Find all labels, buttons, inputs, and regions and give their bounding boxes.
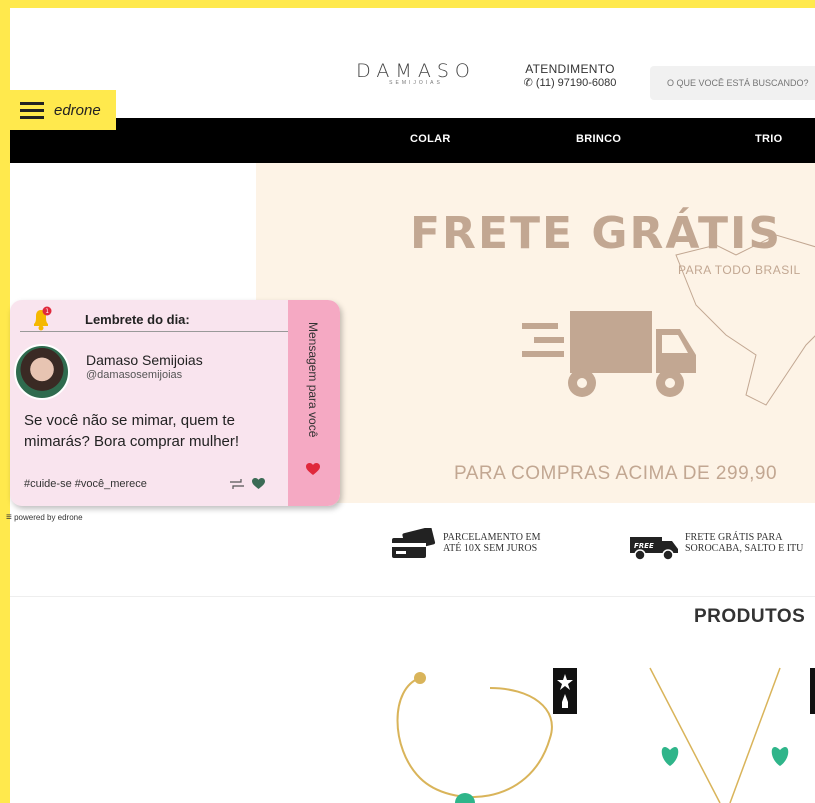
account-name: Damaso Semijoias [86,352,203,368]
phone-number: (11) 97190-6080 [535,77,617,89]
bell-icon: 1 [34,306,52,331]
like-heart-icon[interactable] [252,478,265,490]
nav-item-trio[interactable]: TRIO [755,133,782,145]
search-input[interactable] [650,66,815,100]
product-card[interactable] [640,658,815,803]
svg-text:FREE: FREE [634,542,654,550]
feature-installments: PARCELAMENTO EM ATÉ 10X SEM JUROS [443,532,541,554]
necklace-earrings-image [649,667,789,803]
free-shipping-truck-icon: FREE [630,537,678,561]
nav-item-brinco[interactable]: BRINCO [576,133,621,145]
card-title: Lembrete do dia: [85,312,190,327]
hashtags: #cuide-se #você_merece [24,478,147,490]
feature-free-shipping-line1: FRETE GRÁTIS PARA [685,532,783,543]
avatar [14,344,70,400]
viewport-edge-top [0,0,815,8]
notification-count: 1 [45,308,49,315]
star-rocket-icon [557,674,573,708]
powered-by-text: powered by edrone [14,513,83,522]
damaso-logo[interactable]: DAMASO SEMIJOIAS [346,60,486,86]
hamburger-menu-icon [20,102,44,119]
heart-icon [306,463,320,475]
edrone-message-card[interactable]: Mensagem para você 1 Lembrete do dia: Da… [10,300,340,506]
phone-icon: ✆ [523,77,533,89]
feature-installments-line2: ATÉ 10X SEM JUROS [443,543,538,554]
card-side-label: Mensagem para você [306,322,320,438]
nav-item-colar[interactable]: COLAR [410,133,451,145]
products-section-title: PRODUTOS [694,606,806,627]
edrone-menu-tab[interactable]: edrone [10,90,116,130]
feature-installments-line1: PARCELAMENTO EM [443,532,541,543]
customer-service[interactable]: ATENDIMENTO ✆ (11) 97190-6080 [515,62,625,90]
logo-wordmark: DAMASO [346,60,486,82]
product-badge [553,668,577,714]
reminder-message: Se você não se mimar, quem te mimarás? B… [24,412,240,450]
banner-subtitle: PARA TODO BRASIL [678,263,801,277]
repost-icon[interactable] [229,478,245,490]
logo-text: DAMASO [356,60,476,82]
atendimento-label: ATENDIMENTO [525,62,615,76]
phone-line: ✆ (11) 97190-6080 [515,76,625,90]
main-nav: COLAR BRINCO TRIO [10,118,815,163]
menu-lines-icon: ≡ [6,512,12,523]
account-handle: @damasosemijoias [86,369,183,381]
banner-footer: PARA COMPRAS ACIMA DE 299,90 [454,463,778,484]
card-separator [20,331,288,332]
powered-by-edrone[interactable]: ≡ powered by edrone [6,512,83,523]
product-badge-partial [810,668,815,714]
delivery-truck-icon [522,311,696,397]
product-card[interactable] [380,658,580,803]
feature-free-shipping: FRETE GRÁTIS PARA SOROCABA, SALTO E ITU [685,532,803,554]
credit-card-icon [392,528,436,558]
section-divider [10,596,815,597]
edrone-tab-label: edrone [54,102,101,119]
feature-free-shipping-line2: SOROCABA, SALTO E ITU [685,543,804,554]
bracelet-image [396,672,553,803]
